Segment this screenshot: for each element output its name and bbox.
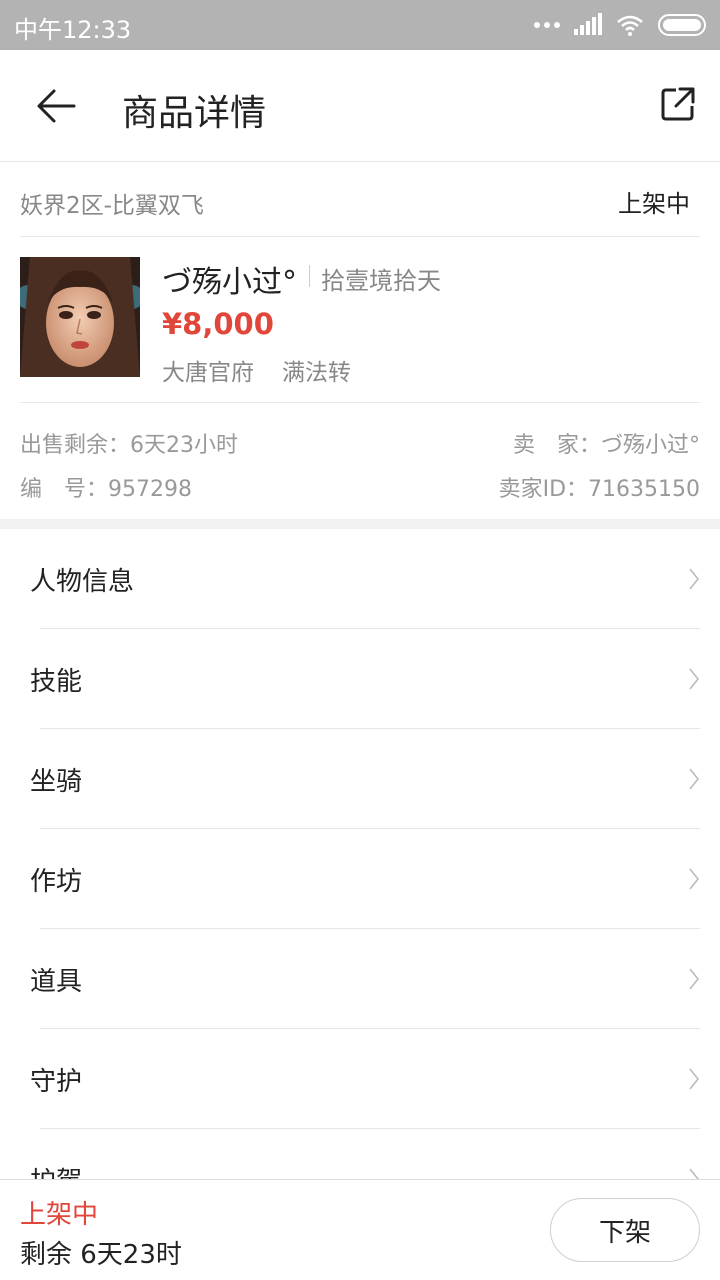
character-card[interactable]: づ殇小过° 拾壹境拾天 ¥8,000 大唐官府 满法转 [20, 237, 700, 403]
detail-menu-list: 人物信息 技能 坐骑 作坊 道具 守护 护駕 [0, 529, 720, 1179]
menu-item-label: 道具 [30, 967, 83, 997]
battery-icon [658, 14, 706, 36]
menu-item-label: 作坊 [30, 867, 83, 897]
menu-item-label: 人物信息 [30, 567, 135, 597]
bottom-action-bar: 上架中 剩余 6天23时 下架 [0, 1179, 720, 1280]
price: ¥8,000 [162, 307, 274, 341]
menu-item-guardian[interactable]: 守护 [0, 1029, 720, 1129]
server-row: 妖界2区-比翼双飞 上架中 [20, 162, 700, 237]
status-time: 中午12:33 [14, 16, 132, 44]
more-dots-icon [534, 22, 560, 28]
character-avatar [20, 257, 140, 377]
sale-remaining: 出售剩余：6天23小时 [20, 433, 238, 458]
seller-id: 卖家ID：71635150 [498, 477, 700, 502]
listing-status: 上架中 [618, 190, 690, 218]
signal-icon [574, 13, 602, 35]
chevron-right-icon [689, 668, 700, 690]
wifi-icon [617, 15, 643, 36]
menu-item-character-info[interactable]: 人物信息 [0, 529, 720, 629]
character-level: 拾壹境拾天 [321, 267, 441, 295]
serial-number: 编 号：957298 [20, 477, 192, 502]
status-icons [534, 12, 706, 38]
server-name: 妖界2区-比翼双飞 [20, 193, 204, 219]
divider [309, 265, 310, 287]
chevron-right-icon [689, 768, 700, 790]
menu-item-workshop[interactable]: 作坊 [0, 829, 720, 929]
page-title: 商品详情 [122, 93, 267, 134]
menu-item-label: 技能 [30, 667, 83, 697]
menu-item-label: 护駕 [30, 1161, 82, 1179]
menu-item-mounts[interactable]: 坐骑 [0, 729, 720, 829]
chevron-right-icon [689, 1068, 700, 1090]
menu-item-label: 坐骑 [30, 767, 83, 797]
bottom-remaining-time: 剩余 6天23时 [20, 1240, 182, 1270]
app-header: 商品详情 [0, 50, 720, 162]
menu-item-skills[interactable]: 技能 [0, 629, 720, 729]
character-school: 大唐官府 [162, 360, 254, 386]
menu-item-escort[interactable]: 护駕 [0, 1129, 720, 1179]
share-icon[interactable] [660, 86, 696, 122]
seller-name: 卖 家：づ殇小过° [512, 433, 700, 458]
chevron-right-icon [689, 968, 700, 990]
chevron-right-icon [689, 868, 700, 890]
chevron-right-icon [689, 568, 700, 590]
character-name: づ殇小过° [162, 265, 297, 300]
status-bar: 中午12:33 [0, 0, 720, 50]
menu-item-items[interactable]: 道具 [0, 929, 720, 1029]
character-transfer: 满法转 [282, 360, 351, 386]
bottom-listing-status: 上架中 [20, 1200, 99, 1230]
section-divider [0, 519, 720, 529]
chevron-right-icon [689, 1168, 700, 1179]
back-arrow-icon[interactable] [34, 86, 78, 126]
menu-item-label: 守护 [30, 1067, 83, 1097]
listing-info: 出售剩余：6天23小时 编 号：957298 卖 家：づ殇小过° 卖家ID：71… [20, 403, 700, 519]
delist-button[interactable]: 下架 [550, 1198, 700, 1262]
